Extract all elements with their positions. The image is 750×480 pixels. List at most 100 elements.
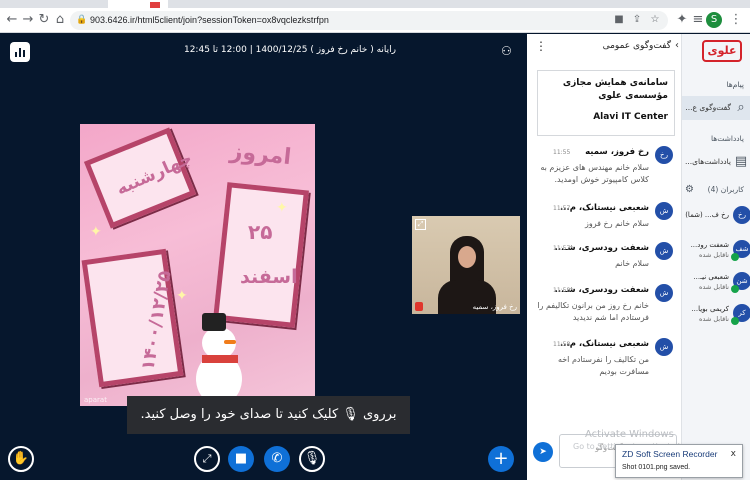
meeting-main-area: رایانه ( خانم رخ فروز ) 1400/12/25 | 12:… — [0, 34, 527, 480]
address-bar-url[interactable]: 903.6426.ir/html5client/join?sessionToke… — [90, 13, 329, 28]
browser-tab-strip — [0, 0, 750, 8]
chat-header: ⋮ گفت‌وگوی عمومی ‹ — [527, 34, 681, 60]
forward-icon[interactable]: → — [20, 12, 36, 28]
star-icon: ✦ — [90, 224, 102, 240]
user-name: شعفت رود... — [690, 241, 729, 249]
video-button[interactable]: ■ — [228, 446, 254, 472]
camera-in-use-icon[interactable]: ■ — [612, 13, 626, 27]
avatar: ش — [655, 242, 673, 260]
browser-menu-icon[interactable]: ⋮ — [728, 12, 744, 28]
extensions-icon[interactable]: ✦ — [674, 12, 690, 28]
avatar: ش — [655, 202, 673, 220]
bar-icon — [19, 48, 21, 57]
slide-card — [81, 248, 184, 388]
audio-join-prompt: برروی 🎙 کلیک کنید تا صدای خود را وصل کنی… — [127, 396, 410, 434]
notification-title: ZD Soft Screen Recorder — [622, 449, 718, 459]
mute-button[interactable]: 🎙 — [299, 446, 325, 472]
raise-hand-button[interactable]: ✋ — [8, 446, 34, 472]
avatar: رخ — [655, 146, 673, 164]
user-list-item[interactable]: رخ رخ ف... (شما) — [682, 204, 750, 232]
home-icon[interactable]: ⌂ — [52, 12, 68, 28]
webcam-user-name: رخ فروز، سمیه — [472, 303, 517, 311]
toggle-user-list-button[interactable] — [10, 42, 30, 62]
join-audio-button[interactable]: ✆ — [264, 446, 290, 472]
profile-avatar[interactable]: S — [706, 12, 722, 28]
message-sender: رخ فروز، سمیه — [585, 147, 649, 157]
notification-body: Shot 0101.png saved. — [622, 464, 691, 471]
screen-recorder-notification[interactable]: ZD Soft Screen Recorder Shot 0101.png sa… — [615, 444, 743, 478]
reload-icon[interactable]: ↻ — [36, 12, 52, 28]
organization-logo: علوی — [702, 40, 742, 62]
search-icon: ⌕ — [737, 100, 745, 115]
slide-month: اسفند — [240, 266, 298, 288]
star-icon: ✦ — [276, 200, 288, 216]
welcome-line: Alavi IT Center — [593, 112, 668, 122]
listen-only-icon — [731, 253, 739, 261]
bookmark-star-icon[interactable]: ☆ — [648, 13, 662, 27]
user-list-item[interactable]: شن شعبعی نیـ... ناقابل شده — [682, 270, 750, 298]
notes-icon: ▤ — [734, 154, 748, 169]
muted-mic-icon — [415, 302, 423, 311]
user-list-item[interactable]: کر کریمی بویا... ناقابل شده — [682, 302, 750, 330]
user-status: ناقابل شده — [699, 251, 729, 259]
presentation-slide: امروز چهارشنبه ۲۵ اسفند ۱۴۰۰/۱۲/۲۵ ✦ ✦ ✦… — [80, 124, 315, 406]
chat-title[interactable]: گفت‌وگوی عمومی — [603, 41, 671, 51]
send-message-button[interactable]: ➤ — [533, 442, 553, 462]
bar-icon — [23, 50, 25, 57]
user-status: ناقابل شده — [699, 283, 729, 291]
message-text: سلام خانم رخ فروز — [585, 219, 649, 228]
avatar: رخ — [733, 206, 750, 224]
screen-share-button[interactable]: ⤢ — [194, 446, 220, 472]
notes-section-header: یادداشت‌ها — [710, 134, 744, 143]
webcam-video[interactable]: ⤢ رخ فروز، سمیه — [412, 216, 520, 314]
user-name: شعبعی نیـ... — [693, 273, 729, 281]
actions-button[interactable]: + — [488, 446, 514, 472]
listen-only-icon — [731, 317, 739, 325]
user-settings-icon[interactable]: ⚇ — [501, 44, 515, 58]
sidebar-item-shared-notes[interactable]: ▤ یادداشت‌های... — [682, 150, 750, 174]
back-icon[interactable]: ← — [4, 12, 20, 28]
reading-list-icon[interactable]: ≡ — [690, 12, 706, 28]
meeting-title: رایانه ( خانم رخ فروز ) 1400/12/25 | 12:… — [183, 45, 396, 55]
message-text: سلام خانم — [615, 259, 649, 268]
fullscreen-icon[interactable]: ⤢ — [415, 219, 426, 230]
listen-only-icon — [731, 285, 739, 293]
app-root: ← → ↻ ⌂ 🔒 903.6426.ir/html5client/join?s… — [0, 0, 750, 480]
avatar: ش — [655, 284, 673, 302]
star-icon: ✦ — [176, 288, 188, 304]
snowman-illustration — [188, 309, 248, 406]
webcam-face — [458, 246, 476, 268]
hide-chat-icon[interactable]: ‹ — [675, 40, 679, 51]
user-list-sidebar: علوی پیام‌ها ⌕ گفت‌وگوی ع... یادداشت‌ها … — [681, 34, 750, 480]
message-sender: شعبعی نیستانک، م... — [560, 203, 649, 213]
browser-tab[interactable] — [8, 0, 68, 8]
message-text: خانم رخ روز من برانون تکالیفم را فرستادم… — [537, 301, 649, 322]
message-time: 11:57 — [553, 245, 571, 252]
message-sender: شعبعی نیستانک، م... — [560, 339, 649, 349]
slide-word-today: امروز — [228, 138, 293, 171]
gear-icon[interactable]: ⚙ — [685, 184, 694, 195]
lock-icon: 🔒 — [76, 15, 88, 25]
user-name: رخ ف... (شما) — [685, 211, 729, 219]
chat-welcome-message: سامانه‌ی همایش مجازی مؤسسه‌ی علوی Alavi … — [537, 70, 675, 136]
slide-day-number: ۲۵ — [248, 220, 273, 244]
message-time: 11:57 — [553, 205, 571, 212]
slide-watermark: aparat — [84, 396, 107, 404]
chat-message: رخ رخ فروز، سمیه 11:55 سلام خانم مهندس ه… — [531, 146, 677, 206]
chat-message: ش شعفت رودسری، شـ... 11:58 خانم رخ روز م… — [531, 284, 677, 344]
avatar: ش — [655, 338, 673, 356]
share-page-icon[interactable]: ⇪ — [630, 13, 644, 27]
user-list-item[interactable]: شف شعفت رود... ناقابل شده — [682, 238, 750, 266]
message-time: 11:55 — [553, 149, 571, 156]
chat-options-icon[interactable]: ⋮ — [535, 40, 547, 52]
message-time: 11:58 — [553, 287, 571, 294]
slide-card — [213, 182, 309, 328]
sidebar-item-public-chat[interactable]: ⌕ گفت‌وگوی ع... — [682, 96, 750, 120]
public-chat-panel: ⋮ گفت‌وگوی عمومی ‹ سامانه‌ی همایش مجازی … — [527, 34, 716, 480]
bar-icon — [15, 52, 17, 57]
close-icon[interactable]: x — [731, 449, 736, 459]
welcome-line: سامانه‌ی همایش مجازی — [562, 78, 668, 88]
sidebar-item-label: یادداشت‌های... — [684, 157, 731, 166]
user-status: ناقابل شده — [699, 315, 729, 323]
address-bar[interactable]: 🔒 903.6426.ir/html5client/join?sessionTo… — [70, 11, 668, 30]
